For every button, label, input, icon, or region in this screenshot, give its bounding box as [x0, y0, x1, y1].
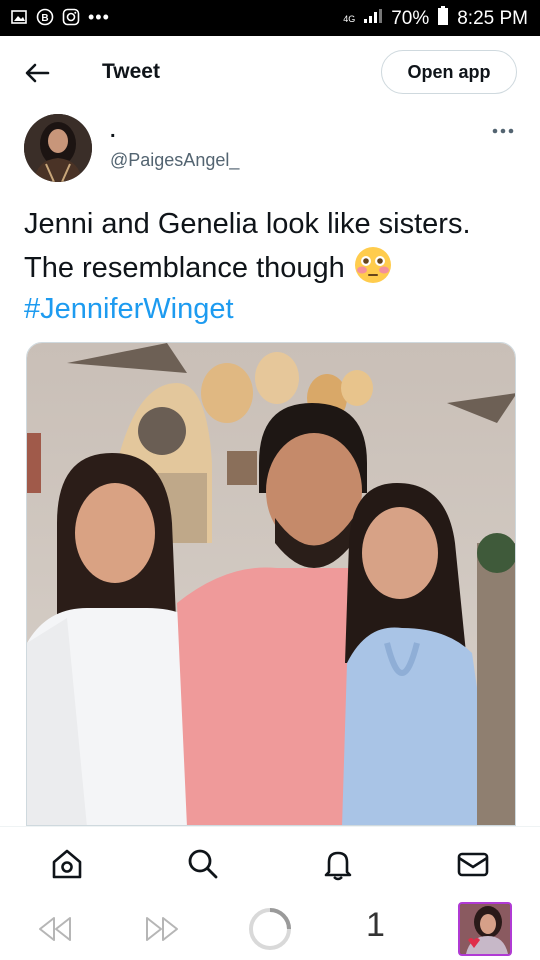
hashtag-link[interactable]: #JenniferWinget — [24, 293, 234, 325]
open-app-button[interactable]: Open app — [381, 50, 517, 94]
arrow-left-icon[interactable] — [22, 58, 52, 88]
profile-thumbnail[interactable] — [458, 902, 512, 956]
svg-text:B: B — [41, 13, 48, 24]
display-name[interactable]: . — [110, 120, 116, 143]
tweet-text: Jenni and Genelia look like sisters. The… — [24, 204, 520, 330]
flushed-face-emoji — [353, 245, 393, 285]
rewind-icon[interactable] — [36, 914, 74, 949]
bottom-navigation — [0, 826, 540, 899]
more-dots-icon: ••• — [88, 7, 110, 27]
search-icon[interactable] — [186, 847, 220, 881]
loading-icon[interactable] — [247, 906, 293, 957]
tweet-body: Jenni and Genelia look like sisters. The… — [24, 208, 471, 284]
tab-count[interactable]: 1 — [366, 906, 385, 945]
signal-icon — [363, 8, 383, 30]
messages-icon[interactable] — [456, 847, 490, 881]
page-title: Tweet — [102, 60, 160, 83]
battery-icon — [437, 6, 449, 32]
instagram-icon — [62, 8, 80, 26]
fast-forward-icon[interactable] — [143, 914, 181, 949]
b-badge-icon: B — [36, 8, 54, 26]
tweet-photo[interactable] — [26, 342, 516, 826]
user-handle[interactable]: @PaigesAngel_ — [110, 150, 239, 171]
clock: 8:25 PM — [457, 8, 528, 29]
more-horizontal-icon[interactable] — [490, 118, 516, 144]
battery-level: 70% — [391, 8, 430, 29]
app-header: Tweet Open app — [0, 36, 540, 110]
notifications-icon[interactable] — [321, 847, 355, 881]
status-bar: B ••• 4G 70% 8:25 PM — [0, 0, 540, 36]
network-type: 4G — [343, 13, 356, 24]
image-icon — [10, 8, 28, 26]
home-icon[interactable] — [50, 847, 84, 881]
avatar[interactable] — [24, 114, 92, 182]
